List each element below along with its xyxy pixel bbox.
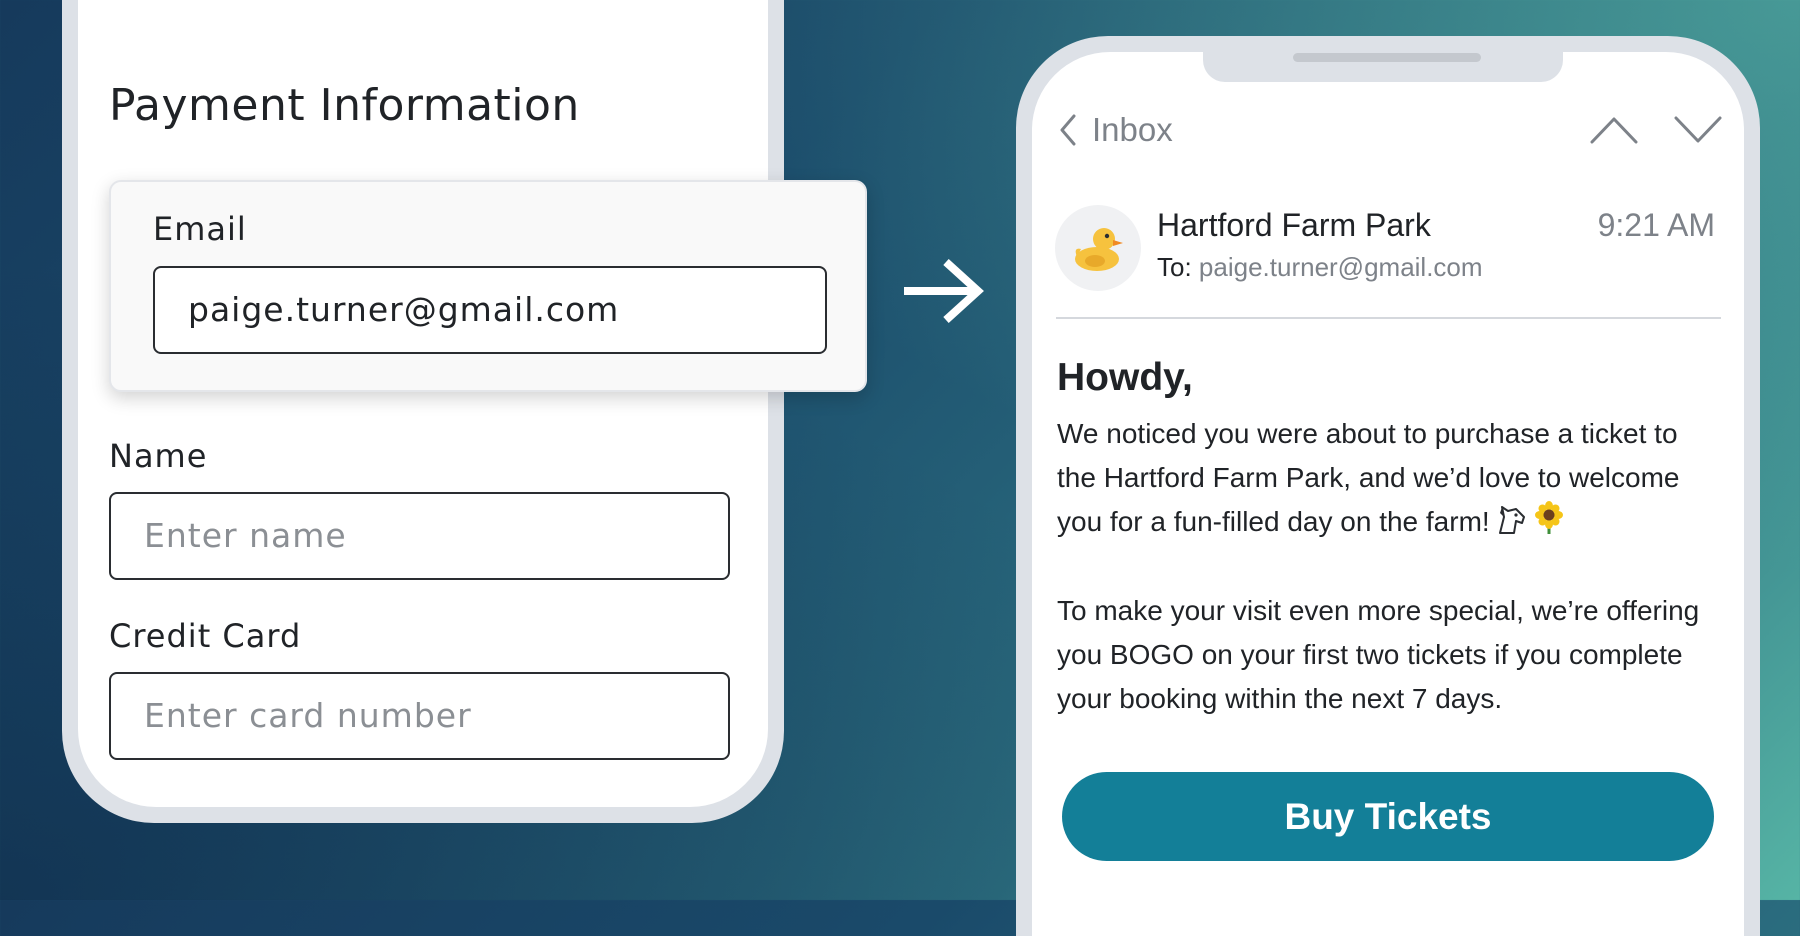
name-label: Name bbox=[109, 437, 208, 475]
sunflower-icon bbox=[1534, 501, 1563, 534]
sender-name: Hartford Farm Park bbox=[1157, 207, 1431, 243]
inbox-back-link[interactable]: Inbox bbox=[1092, 111, 1173, 149]
credit-card-input[interactable]: Enter card number bbox=[109, 672, 730, 760]
chevron-up-icon[interactable] bbox=[1590, 116, 1638, 144]
received-time: 9:21 AM bbox=[1597, 207, 1715, 243]
email-field-card: Email paige.turner@gmail.com bbox=[109, 180, 867, 392]
duck-icon bbox=[1075, 228, 1123, 271]
recipient-address: paige.turner@gmail.com bbox=[1198, 252, 1483, 282]
credit-card-label: Credit Card bbox=[109, 617, 302, 655]
sender-avatar bbox=[1055, 205, 1141, 291]
payment-title: Payment Information bbox=[109, 80, 580, 131]
recipient-line: To: paige.turner@gmail.com bbox=[1157, 252, 1483, 283]
name-input[interactable]: Enter name bbox=[109, 492, 730, 580]
horse-icon bbox=[1498, 506, 1525, 534]
phone-speaker bbox=[1293, 53, 1481, 62]
recipient-prefix: To: bbox=[1157, 252, 1192, 282]
email-input[interactable]: paige.turner@gmail.com bbox=[153, 266, 827, 354]
email-paragraph-1: We noticed you were about to purchase a … bbox=[1057, 412, 1717, 544]
email-paragraph-1-text: We noticed you were about to purchase a … bbox=[1057, 418, 1680, 537]
header-divider bbox=[1056, 317, 1721, 319]
arrow-right-icon bbox=[904, 259, 984, 323]
email-paragraph-2: To make your visit even more special, we… bbox=[1057, 595, 1700, 714]
email-label: Email bbox=[153, 210, 247, 248]
chevron-down-icon[interactable] bbox=[1674, 116, 1722, 144]
buy-tickets-button[interactable]: Buy Tickets bbox=[1062, 772, 1714, 861]
chevron-left-icon[interactable] bbox=[1058, 113, 1080, 147]
email-greeting: Howdy, bbox=[1057, 356, 1193, 399]
